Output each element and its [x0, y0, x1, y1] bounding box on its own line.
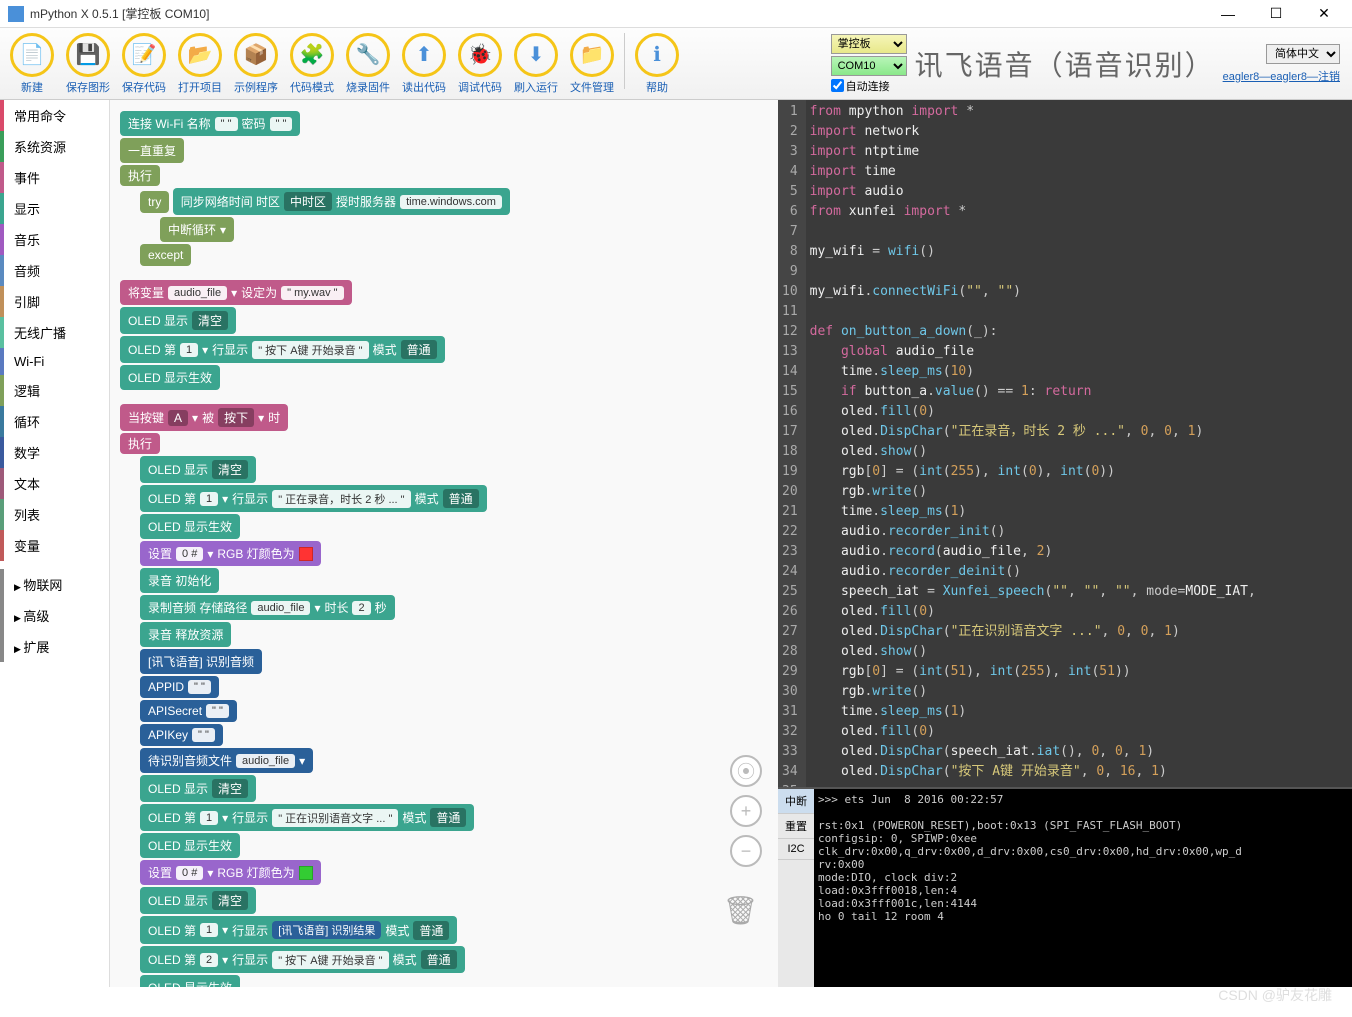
category-item[interactable]: 循环: [0, 406, 109, 437]
watermark: CSDN @驴友花雕: [1218, 985, 1332, 1005]
tool-2[interactable]: 📝保存代码: [116, 33, 172, 95]
window-title: mPython X 0.5.1 [掌控板 COM10]: [30, 5, 1208, 22]
tool-1[interactable]: 💾保存图形: [60, 33, 116, 95]
category-item[interactable]: 常用命令: [0, 100, 109, 131]
block-event[interactable]: 当按键A▾ 被按下▾ 时: [120, 404, 288, 431]
block-xunfei[interactable]: [讯飞语音] 识别音频: [140, 649, 262, 674]
category-item[interactable]: 数学: [0, 437, 109, 468]
auto-connect-checkbox[interactable]: 自动连接: [831, 78, 907, 94]
zoom-in-button[interactable]: +: [730, 795, 762, 827]
tool-0[interactable]: 📄新建: [4, 33, 60, 95]
block[interactable]: OLED 显示清空: [140, 775, 256, 802]
block[interactable]: APISecret" ": [140, 700, 237, 722]
block-oled-line1[interactable]: OLED 第1▾ 行显示" 按下 A键 开始录音 "模式普通: [120, 336, 445, 363]
code-panel: 1234567891011121314151617181920212223242…: [778, 100, 1352, 987]
category-sidebar: 常用命令系统资源事件显示音乐音频引脚无线广播Wi-Fi逻辑循环数学文本列表变量 …: [0, 100, 110, 987]
category-expand[interactable]: 物联网: [0, 569, 109, 600]
block[interactable]: OLED 第2▾ 行显示" 按下 A键 开始录音 "模式普通: [140, 946, 465, 973]
block[interactable]: OLED 显示生效: [140, 975, 240, 987]
code-editor[interactable]: 1234567891011121314151617181920212223242…: [778, 100, 1352, 787]
block[interactable]: 录音 初始化: [140, 568, 219, 593]
category-expand[interactable]: 高级: [0, 600, 109, 631]
tool-4[interactable]: 📦示例程序: [228, 33, 284, 95]
category-item[interactable]: Wi-Fi: [0, 348, 109, 375]
block-wifi[interactable]: 连接 Wi-Fi 名称" "密码" ": [120, 111, 300, 136]
category-item[interactable]: 系统资源: [0, 131, 109, 162]
category-item[interactable]: 无线广播: [0, 317, 109, 348]
console-output[interactable]: >>> ets Jun 8 2016 00:22:57 rst:0x1 (POW…: [814, 789, 1352, 987]
console-tab[interactable]: I2C: [778, 839, 814, 860]
tool-5[interactable]: 🧩代码模式: [284, 33, 340, 95]
category-item[interactable]: 音乐: [0, 224, 109, 255]
block-except[interactable]: except: [140, 244, 191, 266]
main: 常用命令系统资源事件显示音乐音频引脚无线广播Wi-Fi逻辑循环数学文本列表变量 …: [0, 100, 1352, 987]
port-select[interactable]: COM10: [831, 56, 907, 76]
category-item[interactable]: 逻辑: [0, 375, 109, 406]
trash-icon[interactable]: 🗑: [722, 894, 758, 927]
user-link[interactable]: eagler8—eagler8—注销: [1223, 68, 1340, 84]
tool-10[interactable]: 📁文件管理: [564, 33, 620, 95]
minimize-button[interactable]: —: [1208, 2, 1248, 26]
block[interactable]: OLED 第1▾ 行显示[讯飞语音] 识别结果模式普通: [140, 916, 457, 944]
block-loop[interactable]: 一直重复: [120, 138, 184, 163]
block[interactable]: 录音 释放资源: [140, 622, 231, 647]
tool-8[interactable]: 🐞调试代码: [452, 33, 508, 95]
console-tab[interactable]: 中断: [778, 789, 814, 814]
tool-3[interactable]: 📂打开项目: [172, 33, 228, 95]
page-title: 讯飞语音（语音识别）: [915, 44, 1215, 84]
tool-6[interactable]: 🔧烧录固件: [340, 33, 396, 95]
blockly-workspace[interactable]: 连接 Wi-Fi 名称" "密码" " 一直重复 执行 try 同步网络时间 时…: [110, 100, 778, 987]
app-icon: [8, 6, 24, 22]
category-item[interactable]: 显示: [0, 193, 109, 224]
board-select[interactable]: 掌控板: [831, 34, 907, 54]
toolbar: 📄新建💾保存图形📝保存代码📂打开项目📦示例程序🧩代码模式🔧烧录固件⬆读出代码🐞调…: [0, 28, 1352, 100]
block-exec[interactable]: 执行: [120, 165, 160, 186]
block[interactable]: OLED 显示生效: [140, 514, 240, 539]
block[interactable]: APPID" ": [140, 676, 219, 698]
close-button[interactable]: ✕: [1304, 2, 1344, 26]
block[interactable]: OLED 第1▾ 行显示" 正在识别语音文字 ... "模式普通: [140, 804, 474, 831]
tool-9[interactable]: ⬇刷入运行: [508, 33, 564, 95]
tool-11[interactable]: ℹ帮助: [629, 33, 685, 95]
block[interactable]: OLED 显示生效: [140, 833, 240, 858]
tool-7[interactable]: ⬆读出代码: [396, 33, 452, 95]
category-item[interactable]: 变量: [0, 530, 109, 561]
console-panel: 中断重置I2C >>> ets Jun 8 2016 00:22:57 rst:…: [778, 787, 1352, 987]
block-rgb-set2[interactable]: 设置0 #▾ RGB 灯颜色为: [140, 860, 321, 885]
block-setvar[interactable]: 将变量audio_file▾ 设定为" my.wav ": [120, 280, 352, 305]
zoom-out-button[interactable]: −: [730, 835, 762, 867]
block[interactable]: OLED 第1▾ 行显示" 正在录音，时长 2 秒 ... "模式普通: [140, 485, 487, 512]
block-oled-clear[interactable]: OLED 显示清空: [120, 307, 236, 334]
category-item[interactable]: 音频: [0, 255, 109, 286]
target-icon[interactable]: ⦿: [730, 755, 762, 787]
block[interactable]: OLED 显示清空: [140, 456, 256, 483]
block-ntp[interactable]: 同步网络时间 时区中时区授时服务器time.windows.com: [173, 188, 510, 215]
category-item[interactable]: 引脚: [0, 286, 109, 317]
block[interactable]: APIKey" ": [140, 724, 223, 746]
category-expand[interactable]: 扩展: [0, 631, 109, 662]
maximize-button[interactable]: ☐: [1256, 2, 1296, 26]
block-rgb-set[interactable]: 设置0 #▾ RGB 灯颜色为: [140, 541, 321, 566]
block-break[interactable]: 中断循环 ▾: [160, 217, 234, 242]
block[interactable]: 录制音频 存储路径audio_file▾ 时长2秒: [140, 595, 395, 620]
language-select[interactable]: 简体中文: [1266, 44, 1340, 64]
block[interactable]: 待识别音频文件audio_file▾: [140, 748, 313, 773]
console-tab[interactable]: 重置: [778, 814, 814, 839]
block-exec2[interactable]: 执行: [120, 433, 160, 454]
category-item[interactable]: 文本: [0, 468, 109, 499]
category-item[interactable]: 列表: [0, 499, 109, 530]
block[interactable]: OLED 显示清空: [140, 887, 256, 914]
titlebar: mPython X 0.5.1 [掌控板 COM10] — ☐ ✕: [0, 0, 1352, 28]
block-oled-show[interactable]: OLED 显示生效: [120, 365, 220, 390]
category-item[interactable]: 事件: [0, 162, 109, 193]
block-try[interactable]: try: [140, 191, 169, 213]
